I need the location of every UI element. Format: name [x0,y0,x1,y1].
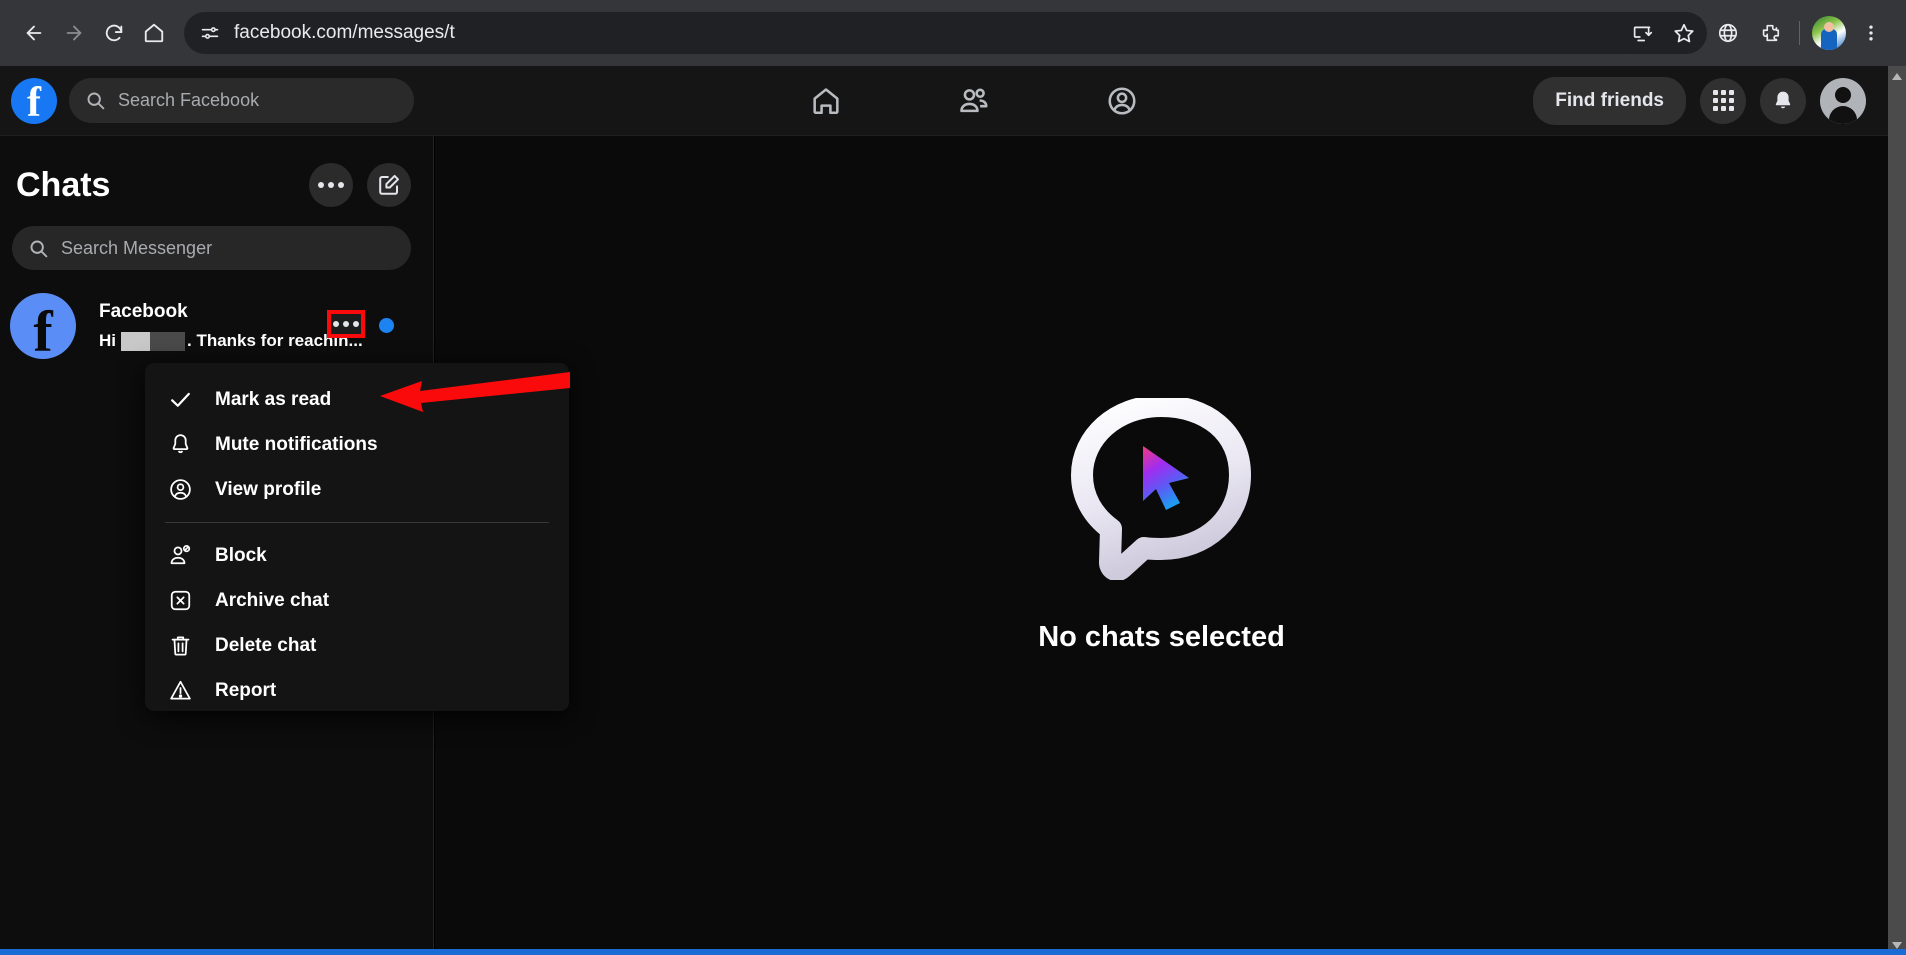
annotation-arrow [380,372,570,412]
site-settings-icon[interactable] [200,23,220,43]
menu-item-archive-chat[interactable]: Archive chat [145,578,569,623]
warning-triangle-icon [165,678,195,703]
three-dot-menu-icon [1869,25,1873,41]
facebook-header-actions: Find friends [1533,76,1866,125]
page-scrollbar[interactable] [1888,66,1906,955]
conversation-empty-state: No chats selected [435,136,1888,955]
browser-profile-avatar [1812,16,1846,50]
messenger-search-placeholder: Search Messenger [61,237,213,258]
sidebar-header: Chats [0,136,433,212]
nav-friends[interactable] [948,75,1000,127]
nav-home[interactable] [800,75,852,127]
translate-button[interactable] [1707,12,1749,54]
checkmark-icon [165,387,195,412]
menu-item-label: Mark as read [215,388,332,410]
chat-more-options-button[interactable] [327,310,365,338]
browser-toolbar: facebook.com/messages/t [0,0,1906,66]
reload-icon [105,24,123,42]
menu-item-label: Delete chat [215,634,317,656]
browser-actions [1621,12,1892,54]
scroll-down-arrow [1892,941,1902,949]
trash-can-icon [165,633,195,658]
back-arrow-icon [26,25,42,41]
facebook-search-input[interactable]: Search Facebook [69,78,414,123]
search-icon [87,92,105,110]
empty-state-content: No chats selected [1038,394,1285,654]
nav-profile[interactable] [1096,75,1148,127]
chat-item-preview: Hi . Thanks for reachin... [99,331,433,351]
extensions-puzzle-icon [1762,24,1780,42]
friends-icon [959,88,988,112]
chat-list-item[interactable]: f Facebook Hi . Thanks for reachin... [0,284,433,368]
browser-menu-button[interactable] [1850,12,1892,54]
extensions-button[interactable] [1749,12,1791,54]
scroll-up-arrow [1892,72,1902,80]
url-text: facebook.com/messages/t [234,22,455,43]
menu-item-label: Block [215,544,267,566]
page-scroll-up-button[interactable] [1888,66,1906,86]
address-bar[interactable]: facebook.com/messages/t [184,12,1679,54]
page-title: Chats [16,165,111,204]
menu-item-label: Archive chat [215,589,330,611]
forward-arrow-icon [66,25,82,41]
account-avatar-button[interactable] [1820,77,1866,124]
home-button[interactable] [134,13,174,53]
compose-new-message-icon [379,174,399,195]
chats-options-button[interactable] [309,163,353,207]
find-friends-button[interactable]: Find friends [1533,76,1686,125]
reload-button[interactable] [94,13,134,53]
home-icon [813,87,839,114]
redacted-name-block [121,331,185,351]
facebook-top-bar: f Search Facebook Find friends [0,66,1888,136]
compose-new-message-button[interactable] [367,163,411,207]
install-app-button[interactable] [1621,12,1663,54]
chat-more-options-icon [333,321,359,327]
three-dots-icon [318,182,344,188]
unread-indicator-dot [379,318,394,333]
archive-box-x-icon [165,588,195,613]
menu-item-mute-notifications[interactable]: Mute notifications [145,422,569,467]
menu-item-report[interactable]: Report [145,668,569,713]
menu-item-view-profile[interactable]: View profile [145,467,569,512]
forward-button[interactable] [54,13,94,53]
omnibox-actions [1621,12,1707,54]
home-icon [144,23,164,43]
empty-state-title: No chats selected [1038,620,1285,653]
facebook-search-placeholder: Search Facebook [118,90,260,110]
menu-separator [165,522,549,523]
messenger-bubble-cursor-logo [1071,394,1252,581]
apps-menu-button[interactable] [1700,77,1746,124]
bell-icon [1775,91,1791,108]
menu-item-block[interactable]: Block [145,533,569,578]
person-circle-icon [165,477,195,502]
grid-apps-icon [1712,90,1734,111]
globe-translate-icon [1718,23,1738,43]
bottom-accent-strip [0,949,1906,955]
browser-profile-button[interactable] [1808,12,1850,54]
block-person-icon [165,543,195,568]
menu-item-label: Mute notifications [215,433,378,455]
menu-item-label: View profile [215,478,322,500]
toolbar-divider [1799,21,1800,45]
bell-icon [165,432,195,457]
menu-item-delete-chat[interactable]: Delete chat [145,623,569,668]
star-bookmark-icon [1674,23,1694,43]
search-icon [30,240,48,257]
menu-item-label: Report [215,679,277,701]
back-button[interactable] [14,13,54,53]
avatar-letter: f [33,299,53,359]
facebook-logo[interactable]: f [11,77,57,124]
messenger-search-input[interactable]: Search Messenger [12,226,411,270]
facebook-logo-letter: f [27,79,41,124]
facebook-nav [414,75,1533,127]
notifications-button[interactable] [1760,77,1806,124]
avatar: f [10,293,76,359]
install-app-icon [1633,26,1652,41]
person-circle-icon [1108,86,1136,115]
preview-prefix: Hi [99,331,116,350]
bookmark-button[interactable] [1663,12,1705,54]
